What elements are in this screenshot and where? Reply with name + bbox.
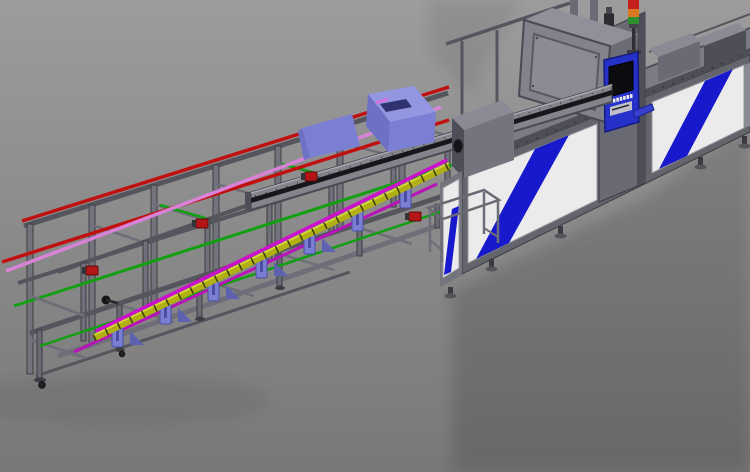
gear-motor-cap: [82, 267, 86, 274]
front-post-2: [143, 241, 148, 314]
hmi-key: [627, 95, 630, 99]
rack-leg-5: [357, 228, 362, 256]
machine-foot-pad: [555, 234, 567, 239]
hood-screw: [536, 37, 538, 39]
rack-foot: [34, 378, 46, 383]
hmi-key: [613, 99, 616, 103]
hmi-key: [623, 96, 626, 100]
gear-motor-cap: [301, 173, 305, 180]
cad-render-stage: [0, 0, 750, 472]
bracket-slot: [356, 213, 359, 225]
hood-screw: [595, 56, 597, 58]
hood-screw: [532, 85, 534, 87]
bracket-slot: [260, 260, 263, 272]
gear-motor: [305, 172, 317, 181]
gear-motor: [409, 212, 421, 221]
caster-wheel: [39, 382, 46, 389]
sensor-cylinder-cap: [606, 7, 612, 14]
front-post-1: [81, 263, 86, 341]
gear-motor: [86, 266, 98, 275]
machine-right-edge: [744, 63, 750, 128]
bracket-slot: [212, 283, 215, 295]
cad-scene: [0, 0, 750, 472]
machine-foot-pad: [486, 267, 498, 272]
gear-motor: [196, 219, 208, 228]
caster-wheel: [119, 351, 125, 357]
tower-cap: [629, 24, 638, 28]
signal-light-red: [628, 0, 639, 9]
hmi-key: [630, 94, 633, 98]
gear-motor-cap: [405, 213, 409, 220]
bracket-slot: [404, 190, 407, 202]
machine-foot-pad: [739, 144, 750, 149]
signal-light-green: [628, 17, 639, 24]
machine-foot-pad: [695, 165, 707, 170]
gear-motor-cap: [192, 220, 196, 227]
machine-foot-pad: [445, 294, 457, 299]
rail-end-cap: [245, 192, 251, 210]
hmi-key: [620, 97, 623, 101]
rack-foot: [275, 286, 285, 290]
hmi-key: [616, 98, 619, 102]
rack-leg-1: [37, 330, 42, 378]
chuck-bore: [453, 139, 463, 153]
rack-foot: [195, 317, 205, 321]
signal-light-amber: [628, 9, 639, 17]
bracket-slot: [164, 306, 167, 318]
tower-pole: [632, 26, 636, 52]
